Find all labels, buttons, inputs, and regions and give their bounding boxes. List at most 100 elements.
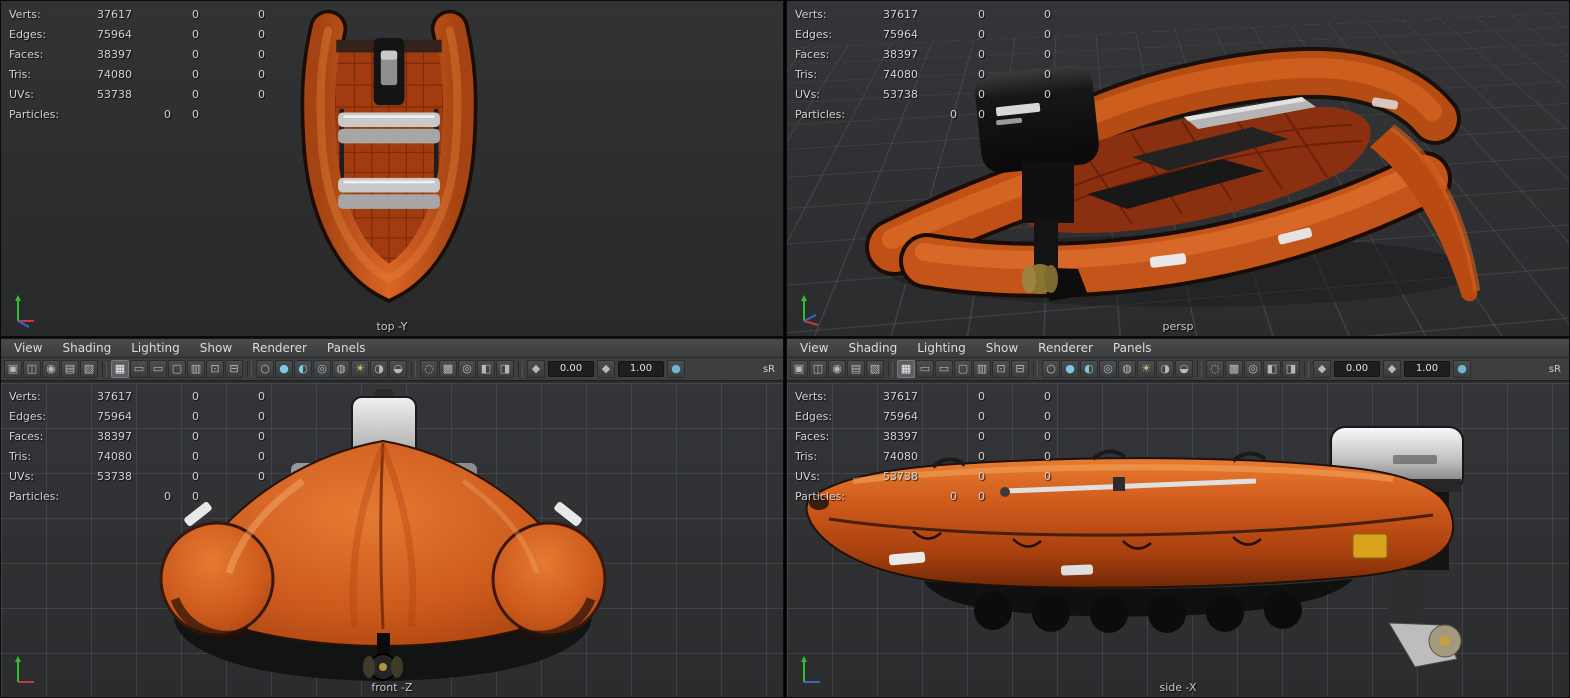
- viewport-front-canvas[interactable]: Verts: 37617 0 0 Edges: 75964 0 0 Faces: 38397 0 0 T…: [1, 383, 783, 697]
- viewport-side-canvas[interactable]: Verts: 37617 0 0 Edges: 75964 0 0 Faces: 38397 0 0 T…: [787, 383, 1569, 697]
- stat-value: 74080: [883, 450, 918, 463]
- view-transform-icon[interactable]: ●: [1453, 360, 1471, 378]
- menu-lighting[interactable]: Lighting: [122, 340, 189, 356]
- xray-icon[interactable]: ◨: [1282, 360, 1300, 378]
- wireframe-on-shaded-icon[interactable]: ◍: [332, 360, 350, 378]
- viewport-front[interactable]: View Shading Lighting Show Renderer Panels ▣ ◫…: [0, 337, 784, 698]
- menu-panels[interactable]: Panels: [318, 340, 375, 356]
- stat-value: 0: [978, 470, 985, 483]
- resolution-gate-icon[interactable]: ▭: [149, 360, 167, 378]
- field-chart-icon[interactable]: ▥: [187, 360, 205, 378]
- film-gate-icon[interactable]: ▭: [916, 360, 934, 378]
- resolution-gate-icon[interactable]: ▭: [935, 360, 953, 378]
- gate-mask-icon[interactable]: ▢: [168, 360, 186, 378]
- viewport-top-canvas[interactable]: Verts: 37617 0 0 Edges: 75964 0 0 Faces: 38397 0 0 T…: [1, 1, 783, 336]
- menu-show[interactable]: Show: [191, 340, 241, 356]
- viewport-top[interactable]: Verts: 37617 0 0 Edges: 75964 0 0 Faces: 38397 0 0 T…: [0, 0, 784, 337]
- hud-stat-row: Edges: 75964 0 0: [9, 407, 265, 427]
- stat-value: 0: [1044, 410, 1051, 423]
- menu-renderer[interactable]: Renderer: [1029, 340, 1102, 356]
- exposure-icon[interactable]: ◆: [1313, 360, 1331, 378]
- toolbar-separator: [1304, 361, 1309, 377]
- lock-camera-icon[interactable]: ◫: [23, 360, 41, 378]
- gamma-icon[interactable]: ◆: [1383, 360, 1401, 378]
- gamma-field[interactable]: 1.00: [1404, 361, 1450, 377]
- wireframe-on-shaded-icon[interactable]: ◍: [1118, 360, 1136, 378]
- use-default-material-icon[interactable]: ◎: [1099, 360, 1117, 378]
- exposure-field[interactable]: 0.00: [1334, 361, 1380, 377]
- menu-shading[interactable]: Shading: [839, 340, 906, 356]
- grid-icon[interactable]: ▦: [897, 360, 915, 378]
- field-chart-icon[interactable]: ▥: [973, 360, 991, 378]
- bookmark-icon[interactable]: ▤: [847, 360, 865, 378]
- image-plane-icon[interactable]: ▧: [866, 360, 884, 378]
- depth-of-field-icon[interactable]: ◎: [1244, 360, 1262, 378]
- viewport-persp[interactable]: Verts: 37617 0 0 Edges: 75964 0 0 Faces: 38397 0 0 T…: [786, 0, 1570, 337]
- motion-blur-icon[interactable]: ◌: [1206, 360, 1224, 378]
- grid-icon[interactable]: ▦: [111, 360, 129, 378]
- safe-action-icon[interactable]: ⊡: [992, 360, 1010, 378]
- hud-stat-row: UVs: 53738 0 0: [795, 85, 1051, 105]
- stat-value: 0: [978, 28, 985, 41]
- motion-blur-icon[interactable]: ◌: [420, 360, 438, 378]
- anti-aliasing-icon[interactable]: ▩: [439, 360, 457, 378]
- shadows-icon[interactable]: ◑: [1156, 360, 1174, 378]
- hud-stat-row: Edges: 75964 0 0: [795, 25, 1051, 45]
- safe-title-icon[interactable]: ⊟: [1011, 360, 1029, 378]
- stat-label: Faces:: [795, 48, 830, 61]
- toolbar-separator: [102, 361, 107, 377]
- menu-panels[interactable]: Panels: [1104, 340, 1161, 356]
- xray-icon[interactable]: ◨: [496, 360, 514, 378]
- textured-icon[interactable]: ◐: [1080, 360, 1098, 378]
- image-plane-icon[interactable]: ▧: [80, 360, 98, 378]
- menu-view[interactable]: View: [5, 340, 51, 356]
- lock-camera-icon[interactable]: ◫: [809, 360, 827, 378]
- film-gate-icon[interactable]: ▭: [130, 360, 148, 378]
- lighting-icon[interactable]: ☀: [351, 360, 369, 378]
- wireframe-icon[interactable]: ○: [256, 360, 274, 378]
- camera-attributes-icon[interactable]: ◉: [42, 360, 60, 378]
- panel-menubar: View Shading Lighting Show Renderer Panels: [1, 338, 783, 358]
- gamma-icon[interactable]: ◆: [597, 360, 615, 378]
- textured-icon[interactable]: ◐: [294, 360, 312, 378]
- shadows-icon[interactable]: ◑: [370, 360, 388, 378]
- screen-space-ao-icon[interactable]: ◒: [389, 360, 407, 378]
- gate-mask-icon[interactable]: ▢: [954, 360, 972, 378]
- lighting-icon[interactable]: ☀: [1137, 360, 1155, 378]
- select-camera-icon[interactable]: ▣: [4, 360, 22, 378]
- menu-shading[interactable]: Shading: [53, 340, 120, 356]
- safe-action-icon[interactable]: ⊡: [206, 360, 224, 378]
- stat-value: 0: [258, 88, 265, 101]
- menu-view[interactable]: View: [791, 340, 837, 356]
- use-default-material-icon[interactable]: ◎: [313, 360, 331, 378]
- viewport-side[interactable]: View Shading Lighting Show Renderer Panels ▣ ◫…: [786, 337, 1570, 698]
- stat-value: 0: [1044, 470, 1051, 483]
- menu-renderer[interactable]: Renderer: [243, 340, 316, 356]
- anti-aliasing-icon[interactable]: ▩: [1225, 360, 1243, 378]
- shaded-icon[interactable]: ●: [275, 360, 293, 378]
- bookmark-icon[interactable]: ▤: [61, 360, 79, 378]
- stat-label: Tris:: [795, 68, 818, 81]
- hud-stats: Verts: 37617 0 0 Edges: 75964 0 0 Faces: 38397 0 0 T…: [9, 387, 265, 507]
- select-camera-icon[interactable]: ▣: [790, 360, 808, 378]
- wireframe-icon[interactable]: ○: [1042, 360, 1060, 378]
- gamma-field[interactable]: 1.00: [618, 361, 664, 377]
- screen-space-ao-icon[interactable]: ◒: [1175, 360, 1193, 378]
- camera-attributes-icon[interactable]: ◉: [828, 360, 846, 378]
- viewport-persp-canvas[interactable]: Verts: 37617 0 0 Edges: 75964 0 0 Faces: 38397 0 0 T…: [787, 1, 1569, 336]
- shaded-icon[interactable]: ●: [1061, 360, 1079, 378]
- stat-value: 0: [978, 390, 985, 403]
- stat-value: 75964: [97, 28, 132, 41]
- depth-of-field-icon[interactable]: ◎: [458, 360, 476, 378]
- exposure-field[interactable]: 0.00: [548, 361, 594, 377]
- stat-value: 0: [978, 68, 985, 81]
- isolate-select-icon[interactable]: ◧: [1263, 360, 1281, 378]
- exposure-icon[interactable]: ◆: [527, 360, 545, 378]
- menu-show[interactable]: Show: [977, 340, 1027, 356]
- view-transform-icon[interactable]: ●: [667, 360, 685, 378]
- menu-lighting[interactable]: Lighting: [908, 340, 975, 356]
- stat-label: Verts:: [795, 8, 827, 21]
- hud-stat-row: Tris: 74080 0 0: [9, 447, 265, 467]
- safe-title-icon[interactable]: ⊟: [225, 360, 243, 378]
- isolate-select-icon[interactable]: ◧: [477, 360, 495, 378]
